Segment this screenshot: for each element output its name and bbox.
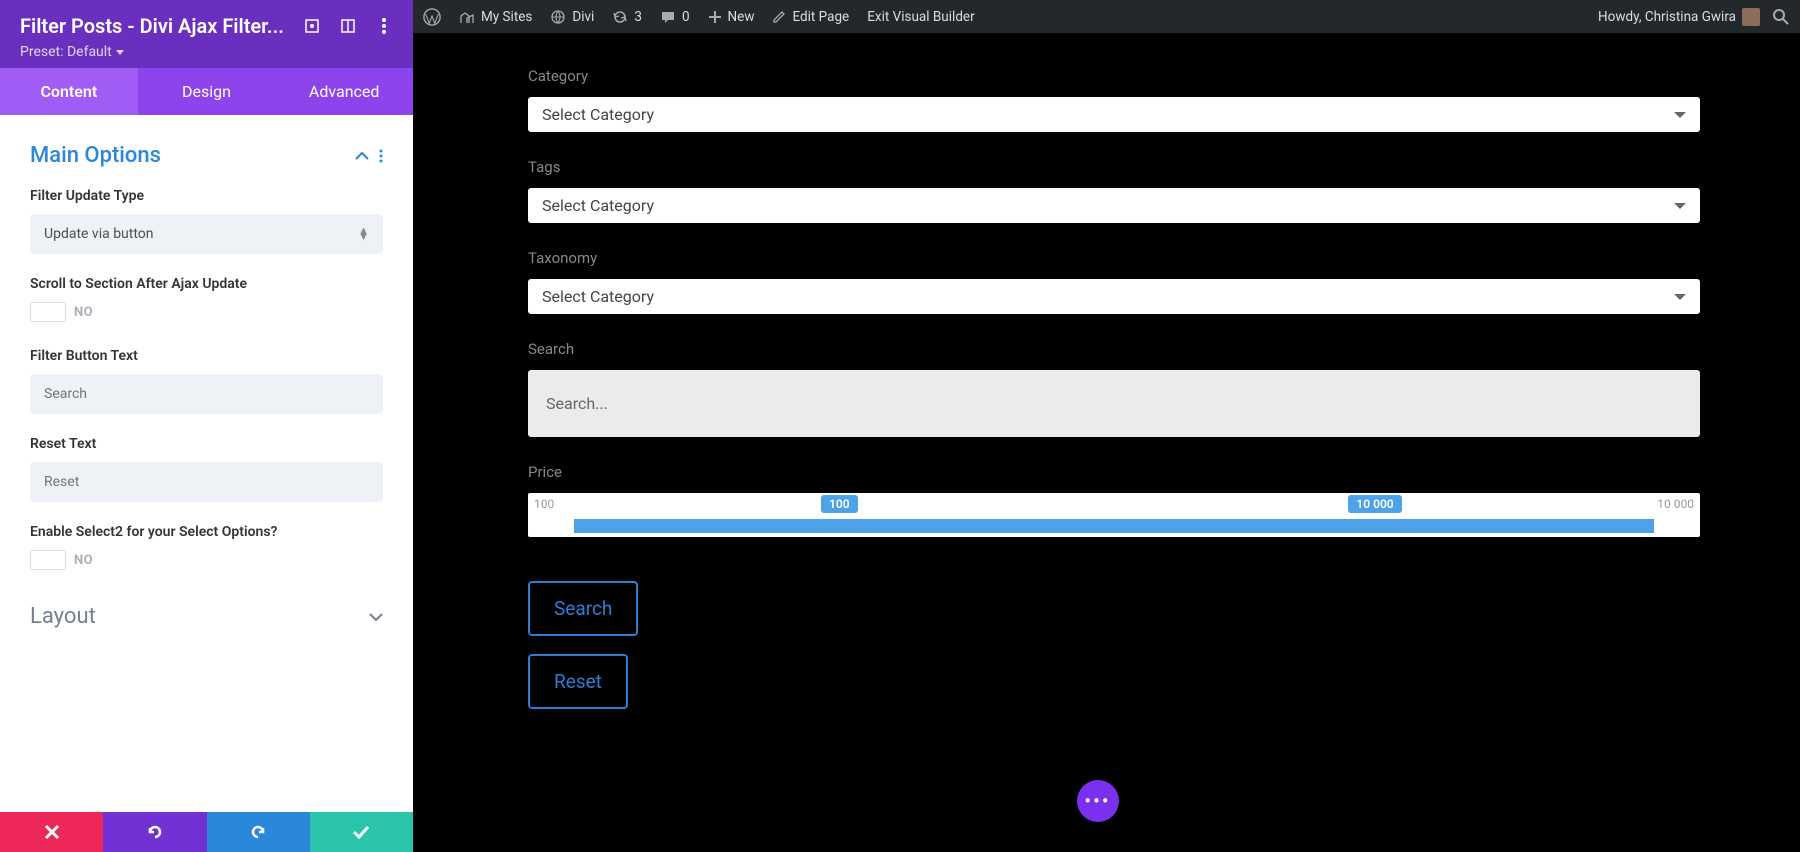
search-label: Search — [528, 340, 1700, 358]
updates-link[interactable]: 3 — [612, 9, 642, 25]
wp-admin-bar: My Sites Divi 3 0 New Edit Page — [413, 0, 1800, 33]
filter-update-type-group: Filter Update Type Update via button ▲▼ — [30, 188, 383, 254]
reset-text-input[interactable] — [30, 462, 383, 502]
preset-selector[interactable]: Preset: Default — [20, 44, 393, 60]
select2-toggle[interactable]: NO — [30, 550, 93, 570]
select-arrows-icon: ▲▼ — [358, 228, 369, 240]
tab-advanced[interactable]: Advanced — [275, 68, 413, 115]
panel-body: Main Options Filter Update Type Update v… — [0, 115, 413, 812]
taxonomy-field: Taxonomy Select Category — [528, 249, 1700, 314]
scroll-section-group: Scroll to Section After Ajax Update NO — [30, 276, 383, 326]
price-low-badge: 100 — [821, 495, 858, 513]
filter-button-text-label: Filter Button Text — [30, 348, 383, 364]
comments-link[interactable]: 0 — [660, 9, 690, 25]
panel-header: Filter Posts - Divi Ajax Filter... Prese… — [0, 0, 413, 68]
tags-label: Tags — [528, 158, 1700, 176]
section-more-icon[interactable] — [379, 149, 383, 163]
layout-toggle-icon[interactable] — [339, 17, 357, 35]
filter-button-text-input[interactable] — [30, 374, 383, 414]
chevron-up-icon[interactable] — [355, 152, 369, 160]
edit-page-link[interactable]: Edit Page — [772, 9, 849, 25]
preview-pane: My Sites Divi 3 0 New Edit Page — [413, 0, 1800, 852]
expand-icon[interactable] — [303, 17, 321, 35]
price-max-label: 10 000 — [1657, 497, 1694, 511]
panel-footer — [0, 812, 413, 852]
filter-button-text-group: Filter Button Text — [30, 348, 383, 414]
search-icon[interactable] — [1772, 8, 1790, 26]
avatar — [1742, 8, 1760, 26]
panel-title: Filter Posts - Divi Ajax Filter... — [20, 14, 291, 38]
chevron-down-icon — [369, 613, 383, 621]
category-field: Category Select Category — [528, 67, 1700, 132]
price-min-label: 100 — [534, 497, 554, 511]
dropdown-arrow-icon — [1674, 112, 1686, 118]
wp-logo-icon[interactable] — [423, 8, 441, 26]
scroll-section-toggle[interactable]: NO — [30, 302, 93, 322]
price-range-fill — [574, 519, 1654, 533]
site-link[interactable]: Divi — [550, 9, 594, 25]
more-icon[interactable] — [375, 17, 393, 35]
reset-text-group: Reset Text — [30, 436, 383, 502]
category-label: Category — [528, 67, 1700, 85]
divi-fab-button[interactable]: ••• — [1077, 780, 1119, 822]
undo-button[interactable] — [103, 812, 206, 852]
redo-button[interactable] — [207, 812, 310, 852]
search-field: Search Search... — [528, 340, 1700, 437]
exit-visual-builder-link[interactable]: Exit Visual Builder — [867, 9, 974, 25]
taxonomy-label: Taxonomy — [528, 249, 1700, 267]
cancel-button[interactable] — [0, 812, 103, 852]
search-input[interactable]: Search... — [528, 370, 1700, 437]
select2-label: Enable Select2 for your Select Options? — [30, 524, 383, 540]
tab-design[interactable]: Design — [138, 68, 276, 115]
panel-tabs: Content Design Advanced — [0, 68, 413, 115]
tags-select[interactable]: Select Category — [528, 188, 1700, 223]
taxonomy-select[interactable]: Select Category — [528, 279, 1700, 314]
price-high-badge: 10 000 — [1348, 495, 1401, 513]
filter-update-type-select[interactable]: Update via button ▲▼ — [30, 214, 383, 254]
search-button[interactable]: Search — [528, 581, 638, 636]
filter-update-type-label: Filter Update Type — [30, 188, 383, 204]
category-select[interactable]: Select Category — [528, 97, 1700, 132]
price-label: Price — [528, 463, 1700, 481]
fab-dots-icon: ••• — [1084, 791, 1110, 811]
dropdown-arrow-icon — [1674, 294, 1686, 300]
price-range-slider[interactable]: 100 10 000 100 10 000 — [528, 493, 1700, 537]
save-button[interactable] — [310, 812, 413, 852]
price-field: Price 100 10 000 100 10 000 — [528, 463, 1700, 537]
tags-field: Tags Select Category — [528, 158, 1700, 223]
reset-text-label: Reset Text — [30, 436, 383, 452]
select2-group: Enable Select2 for your Select Options? … — [30, 524, 383, 574]
howdy-link[interactable]: Howdy, Christina Gwira — [1598, 8, 1760, 26]
dropdown-arrow-icon — [1674, 203, 1686, 209]
tab-content[interactable]: Content — [0, 68, 138, 115]
section-main-options[interactable]: Main Options — [30, 143, 383, 168]
new-link[interactable]: New — [708, 9, 755, 25]
preview-content: Category Select Category Tags Select Cat… — [413, 33, 1800, 852]
scroll-section-label: Scroll to Section After Ajax Update — [30, 276, 383, 292]
settings-panel: Filter Posts - Divi Ajax Filter... Prese… — [0, 0, 413, 852]
reset-button[interactable]: Reset — [528, 654, 628, 709]
my-sites-link[interactable]: My Sites — [459, 9, 532, 25]
section-layout[interactable]: Layout — [30, 604, 383, 629]
